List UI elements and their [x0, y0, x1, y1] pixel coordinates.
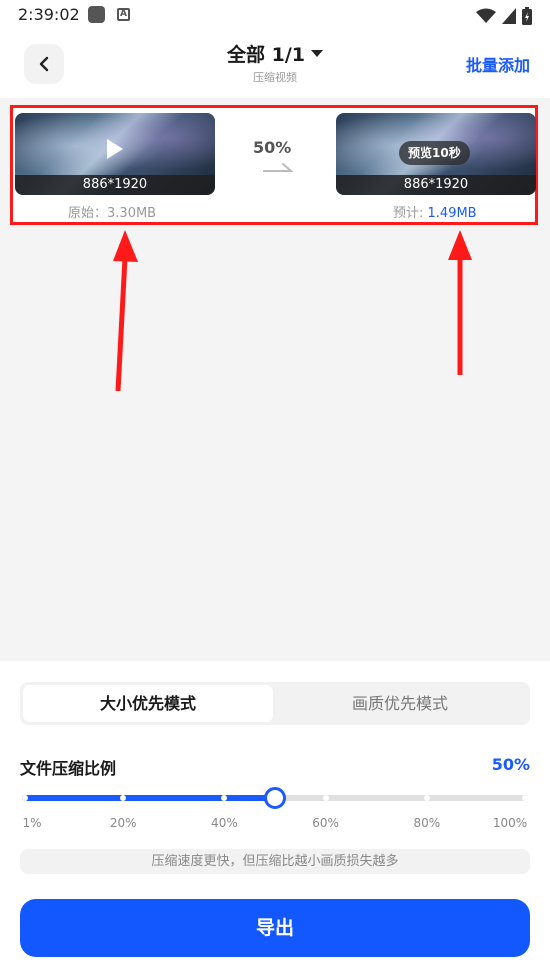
export-button[interactable]: 导出 [20, 899, 530, 957]
slider-tick-label: 40% [211, 816, 238, 830]
font-a-icon: A [117, 8, 130, 21]
page-title: 全部 1/1 [227, 44, 305, 66]
settings-panel: 大小优先模式 画质优先模式 文件压缩比例 50% 1% 20% 40% 60% 80% 1… [0, 661, 550, 977]
slider-stop-dot[interactable] [322, 795, 329, 801]
ratio-slider-handle[interactable] [264, 787, 286, 809]
arrow-right-icon [263, 163, 293, 172]
compressed-video-thumbnail[interactable]: 预览10秒 886*1920 [336, 113, 536, 195]
slider-stop-dot[interactable] [22, 795, 28, 801]
album-selector[interactable]: 全部 1/1 [227, 40, 323, 67]
battery-charging-icon [522, 7, 532, 25]
signal-icon [502, 8, 516, 24]
slider-stop-dot[interactable] [423, 795, 430, 801]
original-size: 原始：3.30MB [68, 202, 156, 221]
estimated-size-label: 预计: [393, 206, 428, 221]
system-icons [476, 6, 532, 26]
compression-compare-card: 886*1920 50% 预览10秒 886*1920 原始：3.30MB 预计… [10, 105, 538, 225]
caret-down-icon [311, 50, 323, 57]
annotation-arrow-left [113, 230, 138, 392]
original-size-label: 原始： [68, 206, 108, 221]
wifi-icon [476, 8, 496, 23]
original-size-value: 3.30MB [107, 206, 157, 221]
tab-quality-priority[interactable]: 画质优先模式 [275, 685, 525, 722]
preview-button[interactable]: 预览10秒 [399, 141, 470, 165]
ratio-value: 50% [491, 755, 530, 774]
estimated-size-value: 1.49MB [427, 206, 477, 221]
app-header: 全部 1/1 压缩视频 批量添加 [0, 32, 550, 98]
slider-tick-label: 1% [22, 816, 42, 830]
status-bar: 2:39:02 A [0, 0, 550, 32]
compression-ratio-text: 50% [253, 138, 292, 157]
tab-size-priority[interactable]: 大小优先模式 [23, 685, 273, 722]
ratio-label: 文件压缩比例 [20, 759, 117, 778]
play-icon[interactable] [107, 139, 123, 159]
app-square-icon [88, 6, 105, 23]
slider-tick-label: 20% [109, 816, 137, 830]
slider-stop-dot[interactable] [522, 795, 528, 801]
estimated-size: 预计: 1.49MB [393, 202, 477, 221]
slider-tick-label: 80% [413, 816, 441, 830]
annotation-arrow-right [448, 230, 472, 375]
compression-hint: 压缩速度更快，但压缩比越小画质损失越多 [20, 849, 530, 874]
slider-tick-label: 60% [312, 816, 339, 830]
compressed-resolution: 886*1920 [336, 175, 536, 195]
original-resolution: 886*1920 [15, 175, 215, 195]
batch-add-button[interactable]: 批量添加 [466, 52, 530, 76]
status-time: 2:39:02 [18, 5, 80, 24]
ratio-slider-fill [22, 795, 275, 801]
original-video-thumbnail[interactable]: 886*1920 [15, 113, 215, 195]
mode-tabs: 大小优先模式 画质优先模式 [20, 682, 530, 725]
slider-tick-label: 100% [492, 816, 528, 830]
